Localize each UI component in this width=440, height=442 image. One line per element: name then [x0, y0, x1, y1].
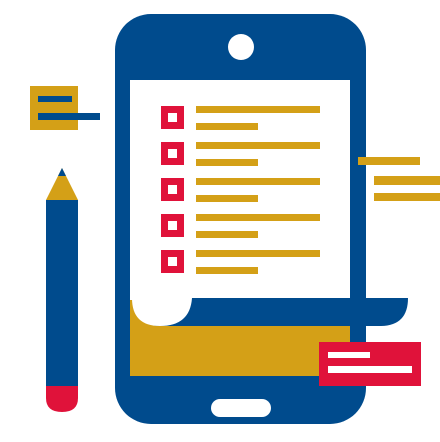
note-icon: [30, 86, 100, 130]
checklist-line-short: [196, 159, 258, 166]
checklist-line: [196, 106, 320, 113]
checklist-line-short: [196, 231, 258, 238]
checklist-line-short: [196, 195, 258, 202]
pencil-lead: [58, 168, 66, 176]
pencil-eraser: [46, 386, 78, 412]
checkbox-inner: [168, 185, 177, 194]
message-tag-icon: [319, 342, 421, 386]
note-line: [38, 96, 72, 102]
checkbox-inner: [168, 113, 177, 122]
side-line: [358, 157, 420, 165]
phone-camera: [228, 34, 254, 60]
checkbox-inner: [168, 149, 177, 158]
note-line: [38, 113, 100, 120]
pencil-body: [46, 200, 78, 386]
side-line: [374, 176, 440, 185]
checklist-line: [196, 250, 320, 257]
pencil-icon: [46, 168, 78, 412]
note-paper: [30, 86, 78, 130]
checkbox-inner: [168, 221, 177, 230]
side-line: [374, 193, 440, 201]
checkbox-inner: [168, 257, 177, 266]
tag-line: [328, 366, 412, 373]
checklist-line: [196, 214, 320, 221]
checklist-line: [196, 178, 320, 185]
tag-body: [319, 342, 421, 386]
phone-home-button: [211, 399, 271, 417]
checklist-line: [196, 142, 320, 149]
checklist-line-short: [196, 267, 258, 274]
checklist-line-short: [196, 123, 258, 130]
smartphone-checklist-illustration: [30, 14, 440, 424]
side-lines: [358, 157, 440, 201]
tag-line: [328, 352, 370, 358]
